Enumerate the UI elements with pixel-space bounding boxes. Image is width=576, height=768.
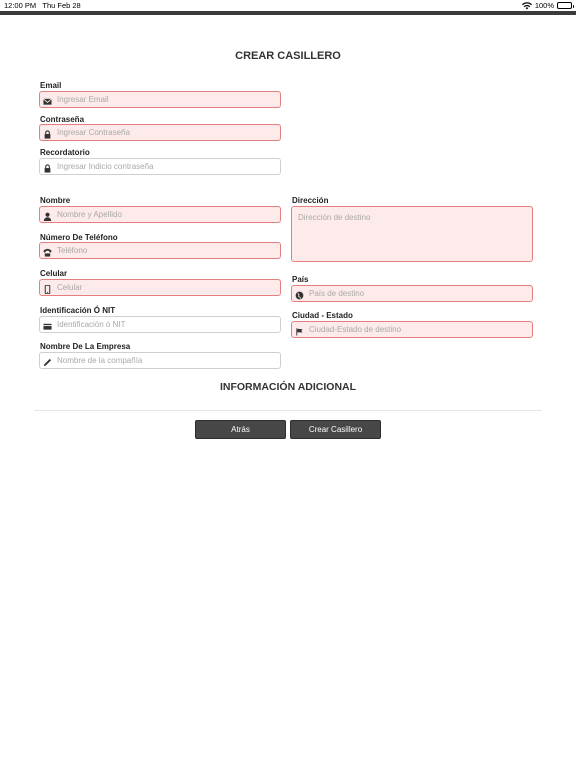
pencil-icon — [40, 353, 54, 368]
mobile-label: Celular — [40, 269, 68, 278]
wifi-icon — [521, 1, 532, 9]
nit-label: Identificación Ó NIT — [40, 306, 116, 315]
mobile-field[interactable] — [39, 279, 281, 296]
lock-icon — [40, 159, 54, 174]
name-label: Nombre — [40, 196, 71, 205]
phone-input[interactable] — [54, 243, 280, 258]
battery-percent: 100% — [534, 1, 554, 10]
password-input[interactable] — [54, 125, 280, 140]
id-card-icon — [40, 317, 54, 332]
email-label: Email — [40, 81, 62, 90]
lock-icon — [40, 125, 54, 140]
city-input[interactable] — [306, 322, 532, 337]
reminder-field[interactable] — [39, 158, 281, 175]
password-field[interactable] — [39, 124, 281, 141]
name-field[interactable] — [39, 206, 281, 223]
address-field[interactable] — [291, 206, 533, 262]
reminder-label: Recordatorio — [40, 148, 90, 157]
country-field[interactable] — [291, 285, 533, 302]
envelope-icon — [40, 92, 54, 107]
company-field[interactable] — [39, 352, 281, 369]
status-right: 100% — [521, 1, 574, 10]
mobile-icon — [40, 280, 54, 295]
status-time: 12:00 PM Thu Feb 28 — [4, 1, 81, 10]
address-label: Dirección — [292, 196, 329, 205]
phone-label: Número De Teléfono — [40, 233, 118, 242]
address-textarea[interactable] — [292, 207, 532, 261]
page-title: CREAR CASILLERO — [235, 50, 341, 62]
phone-field[interactable] — [39, 242, 281, 259]
back-button[interactable]: Atrás — [195, 420, 286, 439]
globe-icon — [292, 286, 306, 301]
country-input[interactable] — [306, 286, 532, 301]
reminder-input[interactable] — [54, 159, 280, 174]
user-icon — [40, 207, 54, 222]
status-bar: 12:00 PM Thu Feb 28 100% — [0, 0, 576, 11]
nit-input[interactable] — [54, 317, 280, 332]
create-locker-button[interactable]: Crear Casillero — [290, 420, 381, 439]
email-input[interactable] — [54, 92, 280, 107]
flag-icon — [292, 322, 306, 337]
mobile-input[interactable] — [54, 280, 280, 295]
top-divider — [0, 11, 576, 15]
battery-icon — [557, 2, 574, 9]
phone-icon — [40, 243, 54, 258]
name-input[interactable] — [54, 207, 280, 222]
section-divider — [34, 410, 542, 411]
country-label: País — [292, 275, 309, 284]
city-label: Ciudad - Estado — [292, 311, 353, 320]
company-label: Nombre De La Empresa — [40, 342, 131, 351]
nit-field[interactable] — [39, 316, 281, 333]
email-field[interactable] — [39, 91, 281, 108]
password-label: Contraseña — [40, 115, 85, 124]
city-field[interactable] — [291, 321, 533, 338]
company-input[interactable] — [54, 353, 280, 368]
additional-info-title: INFORMACIÓN ADICIONAL — [219, 381, 357, 393]
